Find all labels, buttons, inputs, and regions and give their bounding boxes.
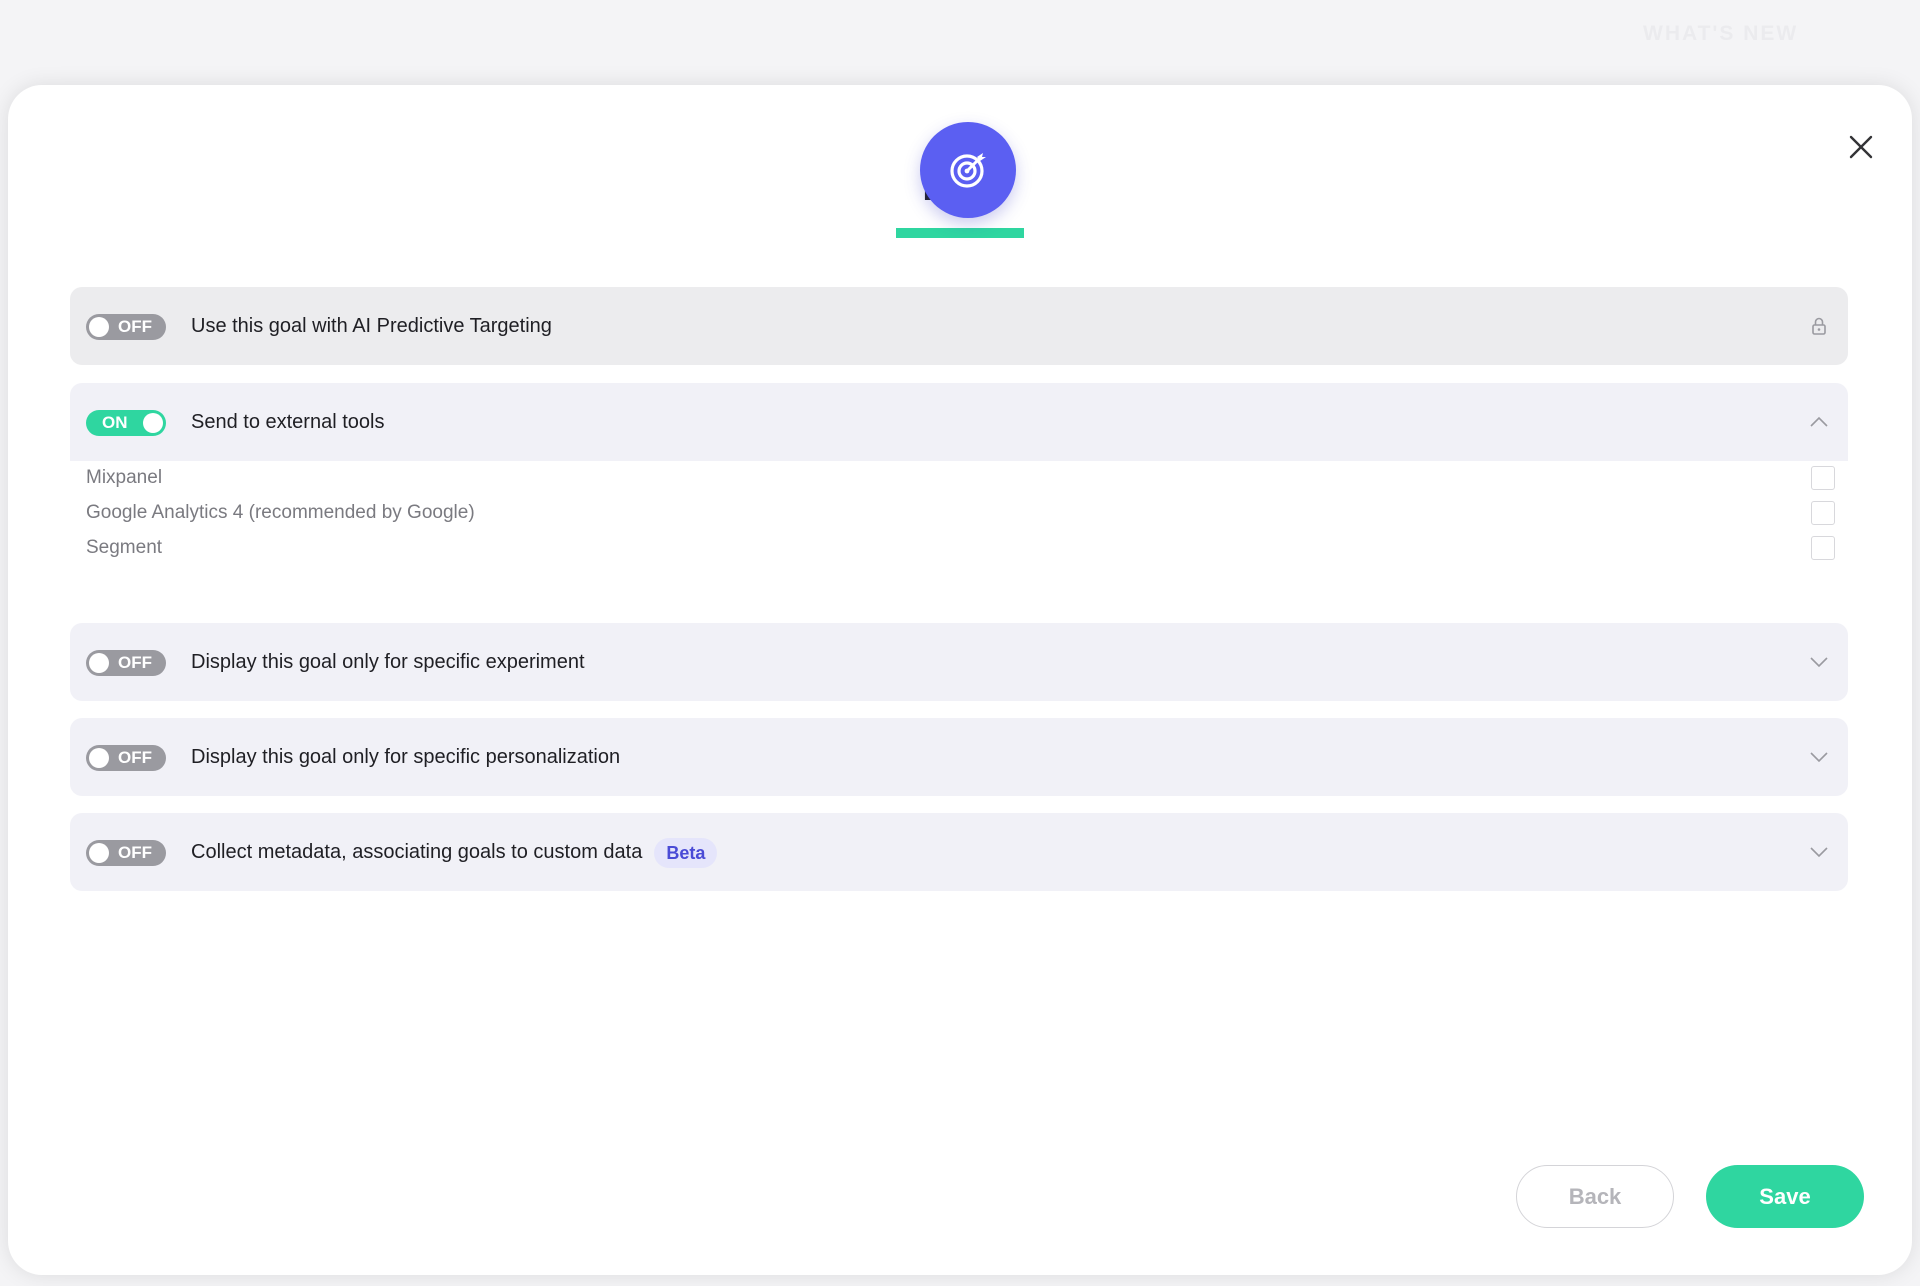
target-icon: [920, 122, 1016, 218]
chevron-up-icon[interactable]: [1809, 412, 1829, 432]
specific-experiment-label: Display this goal only for specific expe…: [191, 651, 585, 673]
edit-goal-modal: Edit OFF Use this goal with AI Predictiv…: [8, 85, 1912, 1275]
specific-personalization-label: Display this goal only for specific pers…: [191, 746, 621, 768]
toggle-knob: [89, 843, 109, 863]
list-item: Google Analytics 4 (recommended by Googl…: [86, 496, 1848, 530]
segment-label: Segment: [86, 537, 163, 558]
chevron-down-icon[interactable]: [1809, 747, 1829, 767]
whats-new-link: WHAT'S NEW: [1643, 22, 1799, 45]
external-tools-toggle[interactable]: ON: [86, 410, 166, 436]
chevron-down-icon[interactable]: [1809, 652, 1829, 672]
save-button[interactable]: Save: [1706, 1165, 1864, 1228]
specific-personalization-toggle[interactable]: OFF: [86, 745, 166, 771]
collect-metadata-row[interactable]: OFF Collect metadata, associating goals …: [70, 813, 1848, 891]
external-tools-label: Send to external tools: [191, 411, 385, 433]
specific-personalization-row[interactable]: OFF Display this goal only for specific …: [70, 718, 1848, 796]
chevron-down-icon[interactable]: [1809, 842, 1829, 862]
google-analytics-label: Google Analytics 4 (recommended by Googl…: [86, 502, 475, 523]
toggle-knob: [89, 748, 109, 768]
collect-metadata-label-wrap: Collect metadata, associating goals to c…: [191, 813, 718, 891]
collect-metadata-toggle[interactable]: OFF: [86, 840, 166, 866]
toggle-state-label: OFF: [118, 653, 152, 672]
specific-experiment-row[interactable]: OFF Display this goal only for specific …: [70, 623, 1848, 701]
toggle-state-label: ON: [102, 413, 128, 432]
ai-predictive-targeting-label: Use this goal with AI Predictive Targeti…: [191, 315, 552, 337]
toggle-knob: [89, 317, 109, 337]
mixpanel-checkbox[interactable]: [1811, 466, 1835, 490]
toggle-knob: [143, 413, 163, 433]
segment-checkbox[interactable]: [1811, 536, 1835, 560]
list-item: Mixpanel: [86, 461, 1848, 495]
beta-badge: Beta: [654, 837, 718, 868]
list-item: Segment: [86, 531, 1848, 565]
close-icon[interactable]: [1844, 130, 1878, 164]
toggle-state-label: OFF: [118, 843, 152, 862]
toggle-state-label: OFF: [118, 748, 152, 767]
external-tools-list: Mixpanel Google Analytics 4 (recommended…: [70, 461, 1848, 601]
mixpanel-label: Mixpanel: [86, 467, 163, 488]
external-tools-row[interactable]: ON Send to external tools: [70, 383, 1848, 461]
ai-predictive-targeting-toggle[interactable]: OFF: [86, 314, 166, 340]
toggle-knob: [89, 653, 109, 673]
toggle-state-label: OFF: [118, 317, 152, 336]
back-button[interactable]: Back: [1516, 1165, 1674, 1228]
specific-experiment-toggle[interactable]: OFF: [86, 650, 166, 676]
title-underline: [896, 228, 1024, 238]
ai-predictive-targeting-row: OFF Use this goal with AI Predictive Tar…: [70, 287, 1848, 365]
lock-icon: [1809, 316, 1829, 336]
collect-metadata-label: Collect metadata, associating goals to c…: [191, 841, 643, 863]
google-analytics-checkbox[interactable]: [1811, 501, 1835, 525]
